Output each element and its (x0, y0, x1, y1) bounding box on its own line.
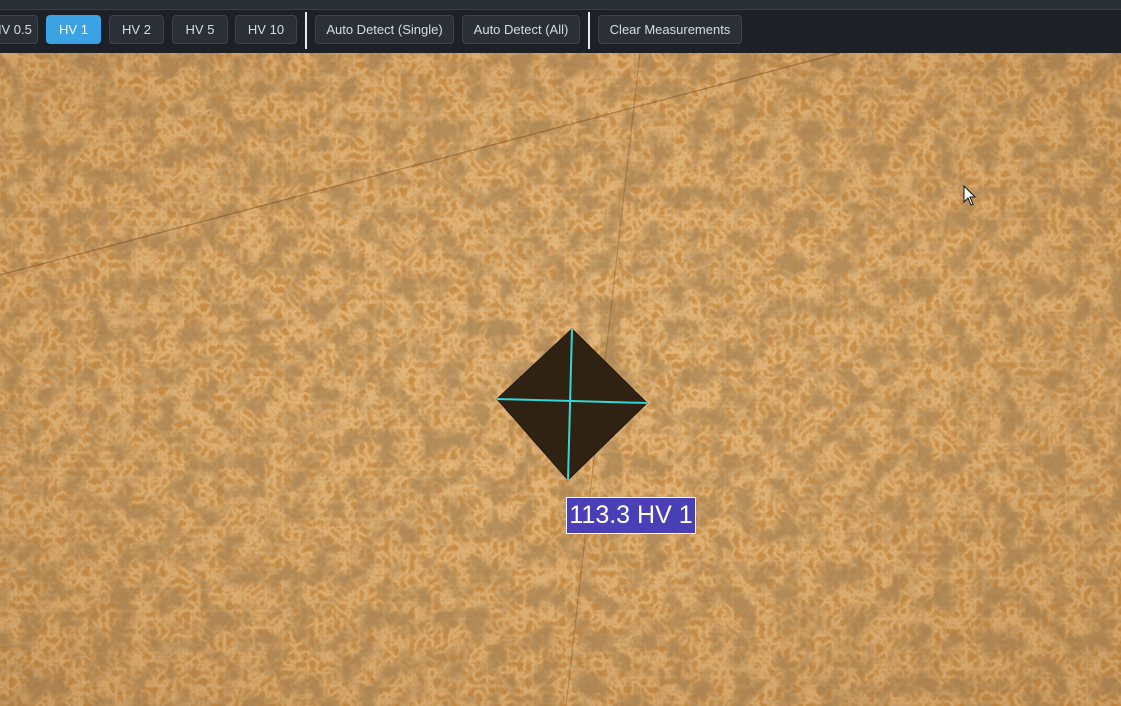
window-top-strip (0, 0, 1121, 10)
microstructure-image (0, 53, 1121, 706)
hv-10-button[interactable]: HV 10 (235, 15, 297, 44)
auto-detect-all-button[interactable]: Auto Detect (All) (462, 15, 580, 44)
hv-1-button[interactable]: HV 1 (46, 15, 101, 44)
toolbar: HV 0.5 HV 1 HV 2 HV 5 HV 10 Auto Detect … (0, 10, 1121, 53)
toolbar-separator (305, 12, 307, 49)
toolbar-separator (588, 12, 590, 49)
hv-5-button[interactable]: HV 5 (172, 15, 228, 44)
hardness-readout-label: 113.3 HV 1 (566, 497, 696, 534)
hv-0-5-button[interactable]: HV 0.5 (0, 15, 38, 44)
mouse-pointer-icon (963, 185, 977, 206)
clear-measurements-button[interactable]: Clear Measurements (598, 15, 742, 44)
auto-detect-single-button[interactable]: Auto Detect (Single) (315, 15, 454, 44)
hv-2-button[interactable]: HV 2 (109, 15, 164, 44)
microscope-image-viewport[interactable]: 113.3 HV 1 (0, 53, 1121, 706)
